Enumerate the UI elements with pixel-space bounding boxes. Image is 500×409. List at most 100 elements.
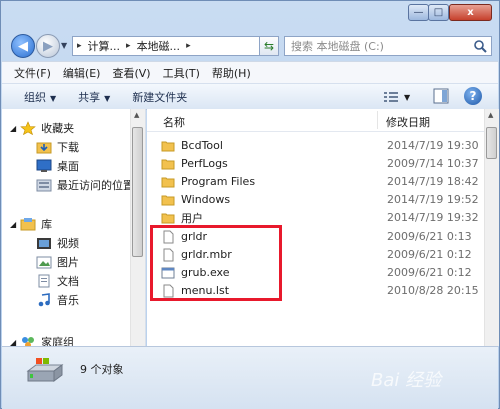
picture-icon xyxy=(36,256,52,269)
nav-favorites[interactable]: ◢ 收藏夹 xyxy=(10,119,74,137)
menu-bar: 文件(F) 编辑(E) 查看(V) 工具(T) 帮助(H) xyxy=(2,61,498,84)
scroll-up-icon[interactable]: ▲ xyxy=(134,111,139,119)
menu-tools[interactable]: 工具(T) xyxy=(163,65,200,81)
expand-arrow-icon: ◢ xyxy=(10,123,17,133)
column-divider[interactable] xyxy=(377,111,378,129)
organize-label: 组织 xyxy=(24,90,46,104)
nav-item-videos[interactable]: 视频 xyxy=(36,234,79,252)
help-button[interactable]: ? xyxy=(464,87,482,105)
nav-item-label: 文档 xyxy=(57,275,79,288)
folder-icon xyxy=(161,141,175,151)
nav-item-label: 图片 xyxy=(57,256,79,269)
file-name: BcdTool xyxy=(181,139,223,152)
folder-icon xyxy=(161,159,175,169)
change-view-button[interactable]: ▼ xyxy=(384,89,420,105)
address-bar[interactable]: ▸ 计算... ▸ 本地磁... ▸ ▼ xyxy=(72,36,279,56)
file-date: 2010/8/28 20:15 xyxy=(387,284,479,297)
refresh-icon: ⇆ xyxy=(263,39,275,53)
file-list-scrollbar[interactable]: ▲ xyxy=(484,109,499,346)
document-icon xyxy=(38,274,50,288)
library-icon xyxy=(20,218,36,231)
file-row[interactable]: Windows 2014/7/19 19:52 xyxy=(161,191,481,208)
menu-edit[interactable]: 编辑(E) xyxy=(63,65,101,81)
refresh-button[interactable]: ⇆ xyxy=(259,36,279,56)
video-icon xyxy=(37,238,51,249)
new-folder-button[interactable]: 新建文件夹 xyxy=(132,89,187,105)
forward-button[interactable]: ▶ xyxy=(36,34,60,58)
file-date: 2014/7/19 19:52 xyxy=(387,193,479,206)
recent-pages-dropdown[interactable]: ▼ xyxy=(61,41,67,50)
column-date-modified[interactable]: 修改日期 xyxy=(386,114,430,130)
highlight-box xyxy=(150,225,282,301)
column-name[interactable]: 名称 xyxy=(163,114,185,130)
share-button[interactable]: 共享 ▼ xyxy=(78,89,110,105)
file-date: 2009/6/21 0:13 xyxy=(387,230,472,243)
folder-icon xyxy=(161,195,175,205)
desktop-icon xyxy=(36,159,52,172)
column-header: 名称 修改日期 xyxy=(147,109,498,132)
file-name: PerfLogs xyxy=(181,157,228,170)
search-input[interactable]: 搜索 本地磁盘 (C:) xyxy=(284,36,492,56)
breadcrumb-local-disk[interactable]: 本地磁... xyxy=(137,38,181,54)
nav-item-documents[interactable]: 文档 xyxy=(36,272,79,290)
downloads-folder-icon xyxy=(36,142,52,154)
nav-item-label: 音乐 xyxy=(57,294,79,307)
nav-homegroup-label: 家庭组 xyxy=(41,336,75,346)
search-icon xyxy=(474,40,487,53)
file-name: Windows xyxy=(181,193,231,206)
breadcrumb-computer[interactable]: 计算... xyxy=(88,38,121,54)
menu-file[interactable]: 文件(F) xyxy=(14,65,51,81)
dropdown-arrow-icon: ▼ xyxy=(404,92,411,102)
file-scroll-thumb[interactable] xyxy=(486,127,497,159)
hard-drive-icon xyxy=(26,358,64,382)
nav-favorites-label: 收藏夹 xyxy=(41,122,75,135)
minimize-button[interactable]: — xyxy=(408,4,429,21)
close-button[interactable]: x xyxy=(449,4,492,21)
chevron-right-icon: ▸ xyxy=(126,41,131,51)
folder-icon xyxy=(161,177,175,187)
status-item-count: 9 个对象 xyxy=(80,363,124,376)
menu-view[interactable]: 查看(V) xyxy=(112,65,150,81)
nav-libraries[interactable]: ◢ 库 xyxy=(10,215,52,233)
homegroup-icon xyxy=(22,337,35,346)
nav-homegroup[interactable]: ◢ 家庭组 xyxy=(10,333,74,346)
nav-item-pictures[interactable]: 图片 xyxy=(36,253,79,271)
file-name: 用户 xyxy=(181,211,203,225)
nav-scroll-thumb[interactable] xyxy=(132,127,143,257)
back-button[interactable]: ◀ xyxy=(11,34,35,58)
nav-item-recent-places[interactable]: 最近访问的位置 xyxy=(36,176,134,194)
view-list-icon xyxy=(384,92,398,102)
preview-pane-icon[interactable] xyxy=(433,88,449,104)
nav-item-music[interactable]: 音乐 xyxy=(36,291,79,309)
organize-button[interactable]: 组织 ▼ xyxy=(24,89,56,105)
nav-item-label: 视频 xyxy=(57,237,79,250)
dropdown-arrow-icon: ▼ xyxy=(50,93,57,103)
scroll-up-icon[interactable]: ▲ xyxy=(488,111,493,119)
file-date: 2014/7/19 18:42 xyxy=(387,175,479,188)
title-bar: — □ x xyxy=(1,1,499,29)
file-row[interactable]: Program Files 2014/7/19 18:42 xyxy=(161,173,481,190)
share-label: 共享 xyxy=(78,90,101,104)
file-date: 2009/7/14 10:37 xyxy=(387,157,479,170)
file-date: 2014/7/19 19:30 xyxy=(387,139,479,152)
file-row[interactable]: BcdTool 2014/7/19 19:30 xyxy=(161,137,481,154)
file-date: 2014/7/19 19:32 xyxy=(387,211,479,224)
recent-places-icon xyxy=(36,179,52,192)
menu-help[interactable]: 帮助(H) xyxy=(212,65,251,81)
nav-scrollbar[interactable]: ▲ xyxy=(130,109,145,346)
star-icon xyxy=(20,121,36,135)
file-date: 2009/6/21 0:12 xyxy=(387,248,472,261)
nav-item-downloads[interactable]: 下载 xyxy=(36,138,79,156)
music-icon xyxy=(38,293,50,307)
file-row[interactable]: 用户 2014/7/19 19:32 xyxy=(161,209,481,226)
file-row[interactable]: PerfLogs 2009/7/14 10:37 xyxy=(161,155,481,172)
explorer-window: — □ x ◀ ▶ ▼ ▸ 计算... ▸ 本地磁... ▸ ▼ ⇆ 搜索 本地… xyxy=(0,0,500,409)
file-name: Program Files xyxy=(181,175,256,188)
file-date: 2009/6/21 0:12 xyxy=(387,266,472,279)
command-bar: 组织 ▼ 共享 ▼ 新建文件夹 ▼ ? xyxy=(2,83,498,110)
nav-item-label: 下载 xyxy=(57,141,79,154)
nav-item-desktop[interactable]: 桌面 xyxy=(36,157,79,175)
navigation-bar: ◀ ▶ ▼ ▸ 计算... ▸ 本地磁... ▸ ▼ ⇆ 搜索 本地磁盘 (C:… xyxy=(1,29,499,61)
maximize-button[interactable]: □ xyxy=(428,4,449,21)
expand-arrow-icon: ◢ xyxy=(10,337,17,347)
